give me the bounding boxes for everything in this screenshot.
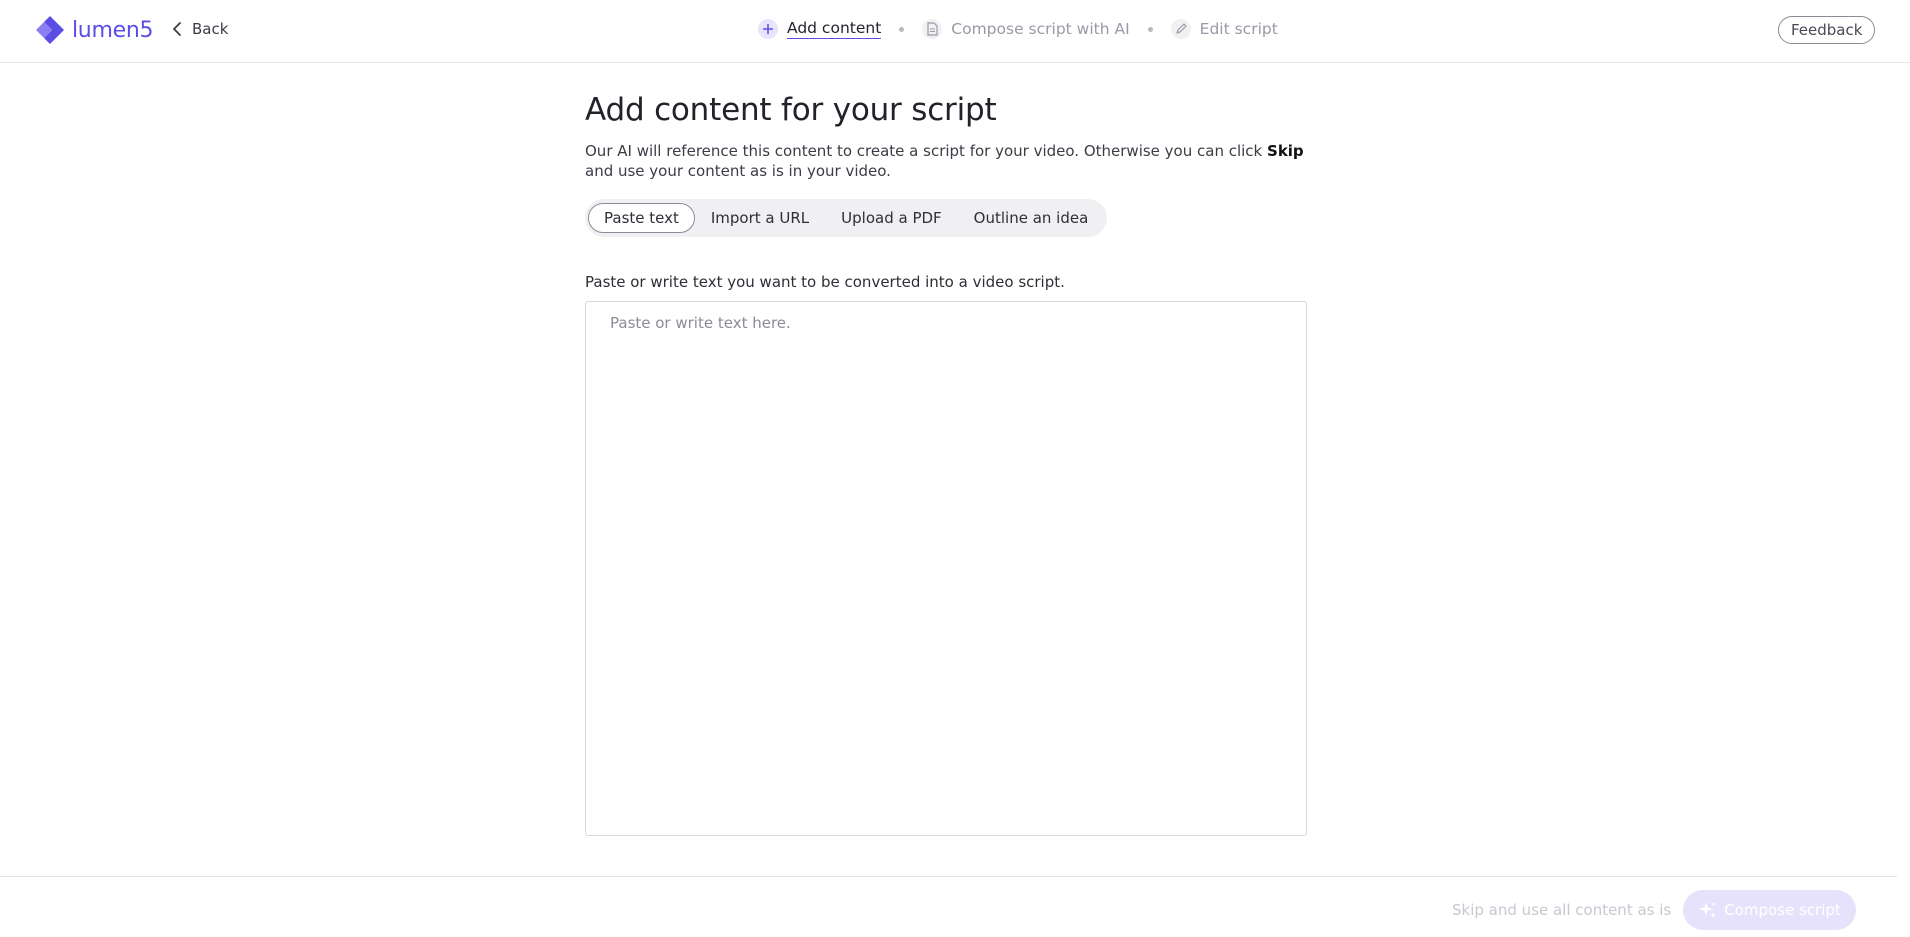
back-label: Back	[192, 20, 229, 38]
step-edit-script[interactable]: Edit script	[1170, 19, 1278, 39]
skip-emphasis: Skip	[1267, 142, 1304, 160]
tab-paste-text[interactable]: Paste text	[588, 203, 695, 233]
progress-steps: Add content Compose script with AI Edit …	[758, 19, 1278, 39]
brand-name: lumen5	[72, 17, 154, 43]
document-icon	[922, 19, 943, 39]
compose-script-button[interactable]: Compose script	[1683, 890, 1856, 930]
step-compose-script[interactable]: Compose script with AI	[922, 19, 1130, 39]
feedback-button[interactable]: Feedback	[1778, 16, 1876, 44]
description-text-end: and use your content as is in your video…	[585, 162, 891, 180]
tab-upload-pdf[interactable]: Upload a PDF	[825, 203, 958, 233]
content-source-tabs: Paste text Import a URL Upload a PDF Out…	[585, 199, 1108, 237]
lumen5-logo-icon	[36, 16, 64, 44]
compose-label: Compose script	[1724, 901, 1841, 919]
textarea-label: Paste or write text you want to be conve…	[585, 273, 1065, 291]
step-label: Compose script with AI	[951, 20, 1130, 38]
skip-link[interactable]: Skip and use all content as is	[1452, 901, 1671, 919]
step-separator	[1147, 26, 1153, 32]
bottom-bar: Skip and use all content as is Compose s…	[0, 876, 1897, 937]
pencil-icon	[1170, 19, 1191, 39]
description-text: Our AI will reference this content to cr…	[585, 142, 1268, 160]
top-bar: lumen5 Back Add content Compose script w…	[0, 0, 1910, 63]
page-title: Add content for your script	[585, 92, 997, 128]
add-content-panel: Add content for your script Our AI will …	[585, 92, 1307, 836]
tab-outline-idea[interactable]: Outline an idea	[958, 203, 1105, 233]
step-separator	[899, 26, 905, 32]
plus-icon	[758, 19, 778, 39]
step-label: Edit script	[1199, 20, 1278, 38]
back-button[interactable]: Back	[172, 20, 228, 38]
step-label: Add content	[787, 19, 882, 39]
tab-import-url[interactable]: Import a URL	[695, 203, 825, 233]
lumen5-logo[interactable]: lumen5	[34, 14, 153, 46]
content-textarea[interactable]	[585, 301, 1307, 836]
sparkle-icon	[1699, 901, 1717, 918]
page-description: Our AI will reference this content to cr…	[585, 141, 1307, 181]
step-add-content[interactable]: Add content	[758, 19, 882, 39]
chevron-left-icon	[173, 22, 181, 36]
